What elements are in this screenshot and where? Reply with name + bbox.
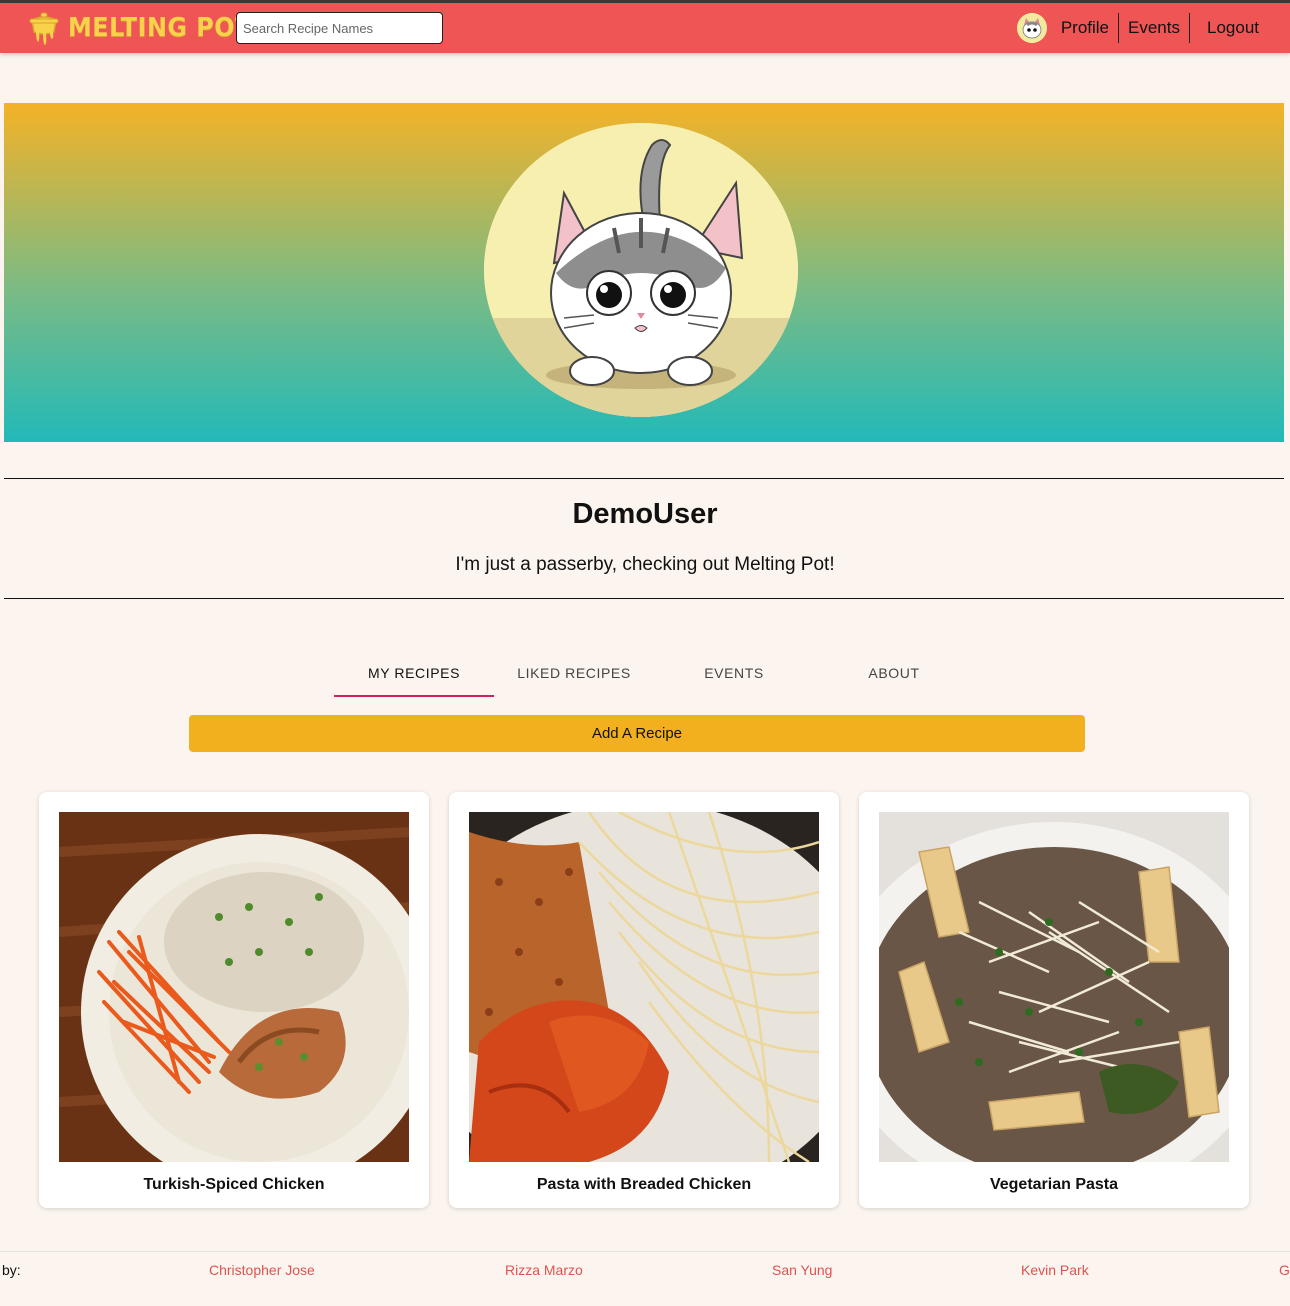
profile-username: DemoUser xyxy=(572,498,718,530)
credit-link[interactable]: Kevin Park xyxy=(1021,1262,1089,1278)
tab-liked-recipes[interactable]: LIKED RECIPES xyxy=(494,650,654,697)
logo[interactable]: MELTING POT xyxy=(28,10,268,46)
credit-link[interactable]: Rizza Marzo xyxy=(505,1262,583,1278)
profile-banner xyxy=(4,103,1284,442)
nav-logout-link[interactable]: Logout xyxy=(1190,13,1290,43)
credit-link[interactable]: San Yung xyxy=(772,1262,832,1278)
recipe-card[interactable]: Vegetarian Pasta xyxy=(859,792,1249,1208)
navbar: MELTING POT Profile Events Logout xyxy=(0,3,1290,53)
footer-divider xyxy=(0,1251,1290,1252)
profile-picture xyxy=(484,123,798,417)
tab-about[interactable]: ABOUT xyxy=(814,650,974,697)
credit-link[interactable]: Christopher Jose xyxy=(209,1262,315,1278)
add-recipe-button[interactable]: Add A Recipe xyxy=(189,715,1085,752)
search-input[interactable] xyxy=(236,12,443,44)
nav-links: Profile Events Logout xyxy=(1016,3,1290,53)
recipe-title[interactable]: Vegetarian Pasta xyxy=(859,1176,1249,1194)
melting-pot-icon xyxy=(28,10,60,46)
divider-bottom xyxy=(4,598,1284,599)
user-avatar[interactable] xyxy=(1016,13,1047,43)
nav-events-link[interactable]: Events xyxy=(1119,13,1189,43)
recipe-card[interactable]: Turkish-Spiced Chicken xyxy=(39,792,429,1208)
divider-top xyxy=(4,478,1284,479)
recipe-title[interactable]: Pasta with Breaded Chicken xyxy=(449,1176,839,1194)
recipe-photo[interactable] xyxy=(469,812,819,1162)
nav-profile-link[interactable]: Profile xyxy=(1052,13,1118,43)
profile-bio: I'm just a passerby, checking out Meltin… xyxy=(455,554,835,575)
recipe-photo[interactable] xyxy=(879,812,1229,1162)
recipe-photo[interactable] xyxy=(59,812,409,1162)
recipe-card[interactable]: Pasta with Breaded Chicken xyxy=(449,792,839,1208)
tab-my-recipes[interactable]: MY RECIPES xyxy=(334,650,494,697)
credit-link[interactable]: G xyxy=(1279,1262,1290,1278)
profile-tabs: MY RECIPES LIKED RECIPES EVENTS ABOUT xyxy=(334,650,974,697)
logo-text: MELTING POT xyxy=(68,13,252,43)
tab-events[interactable]: EVENTS xyxy=(654,650,814,697)
footer-by-label: by: xyxy=(2,1262,21,1278)
recipe-title[interactable]: Turkish-Spiced Chicken xyxy=(39,1176,429,1194)
